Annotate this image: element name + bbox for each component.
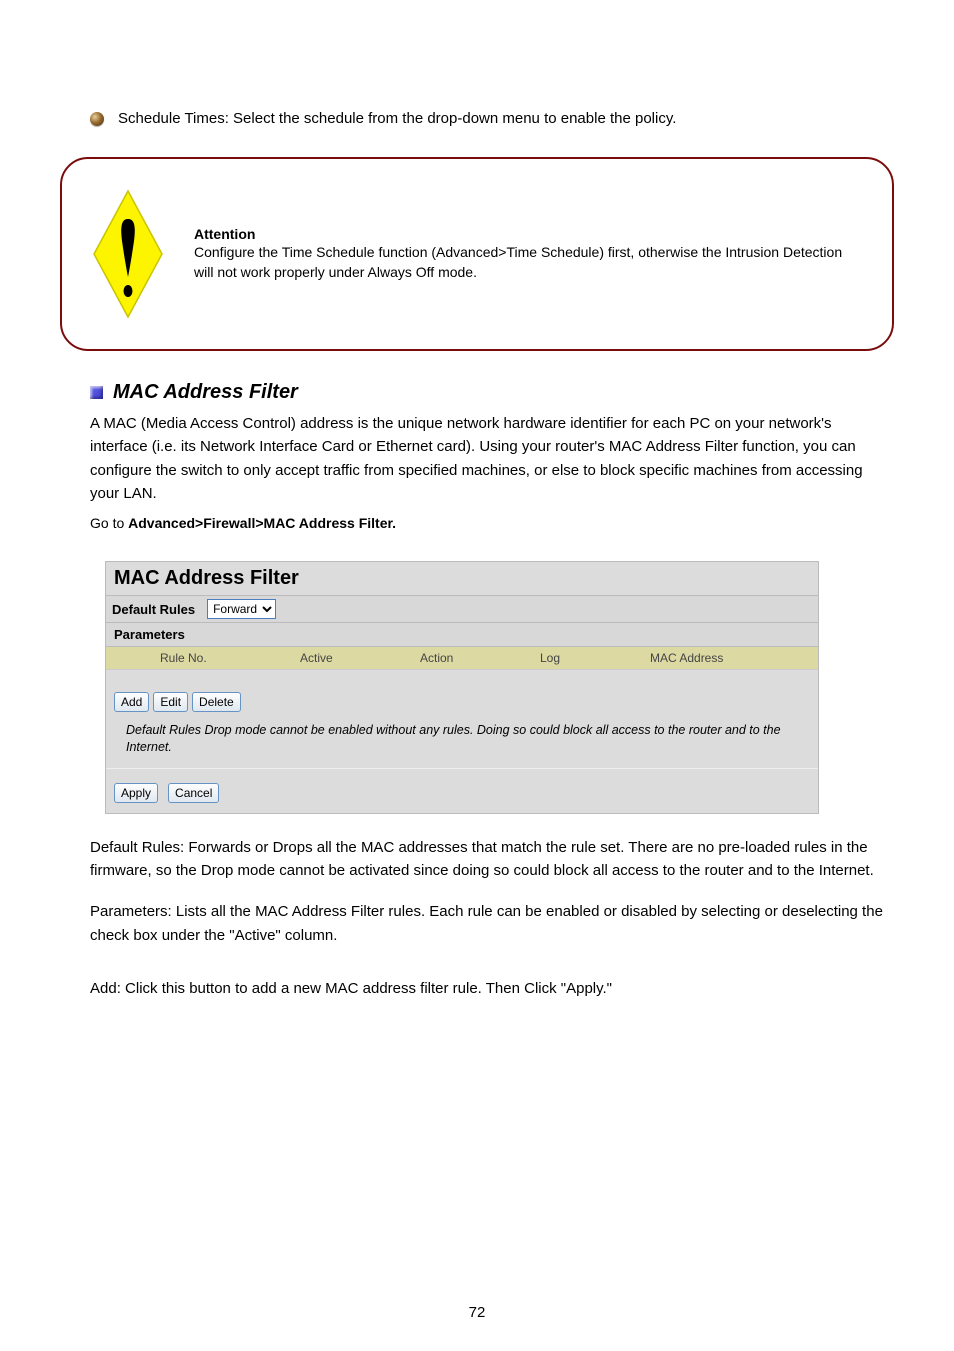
delete-button[interactable]: Delete: [192, 692, 241, 712]
panel-title: MAC Address Filter: [106, 562, 818, 596]
default-rules-desc: Default Rules: Forwards or Drops all the…: [90, 836, 884, 883]
bullet-line: Schedule Times: Select the schedule from…: [90, 110, 954, 127]
parameters-label: Parameters: [106, 623, 818, 647]
warning-callout: Attention Configure the Time Schedule fu…: [60, 157, 894, 351]
section-heading: MAC Address Filter: [90, 381, 954, 404]
col-active: Active: [296, 651, 416, 665]
parameters-desc: Parameters: Lists all the MAC Address Fi…: [90, 900, 884, 947]
bullet-text: Schedule Times: Select the schedule from…: [118, 110, 676, 127]
parameters-header-row: Rule No. Active Action Log MAC Address: [106, 647, 818, 670]
col-rule-no: Rule No.: [156, 651, 296, 665]
default-rules-select[interactable]: Forward: [207, 599, 276, 619]
panel-note: Default Rules Drop mode cannot be enable…: [106, 718, 818, 768]
warning-diamond-icon: [92, 189, 164, 319]
default-rules-row: Default Rules Forward: [106, 596, 818, 623]
square-bullet-icon: [90, 386, 103, 399]
section-intro: A MAC (Media Access Control) address is …: [90, 412, 884, 505]
section-title: MAC Address Filter: [113, 381, 298, 404]
mac-filter-panel: MAC Address Filter Default Rules Forward…: [105, 561, 819, 814]
col-mac: MAC Address: [646, 651, 816, 665]
col-blank: [106, 651, 156, 665]
warning-label: Attention: [194, 226, 862, 242]
sphere-bullet-icon: [90, 112, 104, 126]
col-log: Log: [536, 651, 646, 665]
nav-path-line: Go to Advanced>Firewall>MAC Address Filt…: [90, 515, 884, 531]
warning-text-block: Attention Configure the Time Schedule fu…: [194, 226, 862, 283]
add-button[interactable]: Add: [114, 692, 149, 712]
apply-button[interactable]: Apply: [114, 783, 158, 803]
add-desc: Add: Click this button to add a new MAC …: [90, 977, 884, 1000]
col-action: Action: [416, 651, 536, 665]
rule-buttons-row: Add Edit Delete: [106, 670, 818, 718]
warning-body: Configure the Time Schedule function (Ad…: [194, 242, 862, 283]
nav-path: Advanced>Firewall>MAC Address Filter.: [128, 515, 396, 531]
default-rules-label: Default Rules: [112, 602, 195, 617]
apply-cancel-row: Apply Cancel: [106, 768, 818, 813]
edit-button[interactable]: Edit: [153, 692, 188, 712]
page-number: 72: [0, 1304, 954, 1321]
cancel-button[interactable]: Cancel: [168, 783, 219, 803]
nav-path-prefix: Go to: [90, 515, 128, 531]
